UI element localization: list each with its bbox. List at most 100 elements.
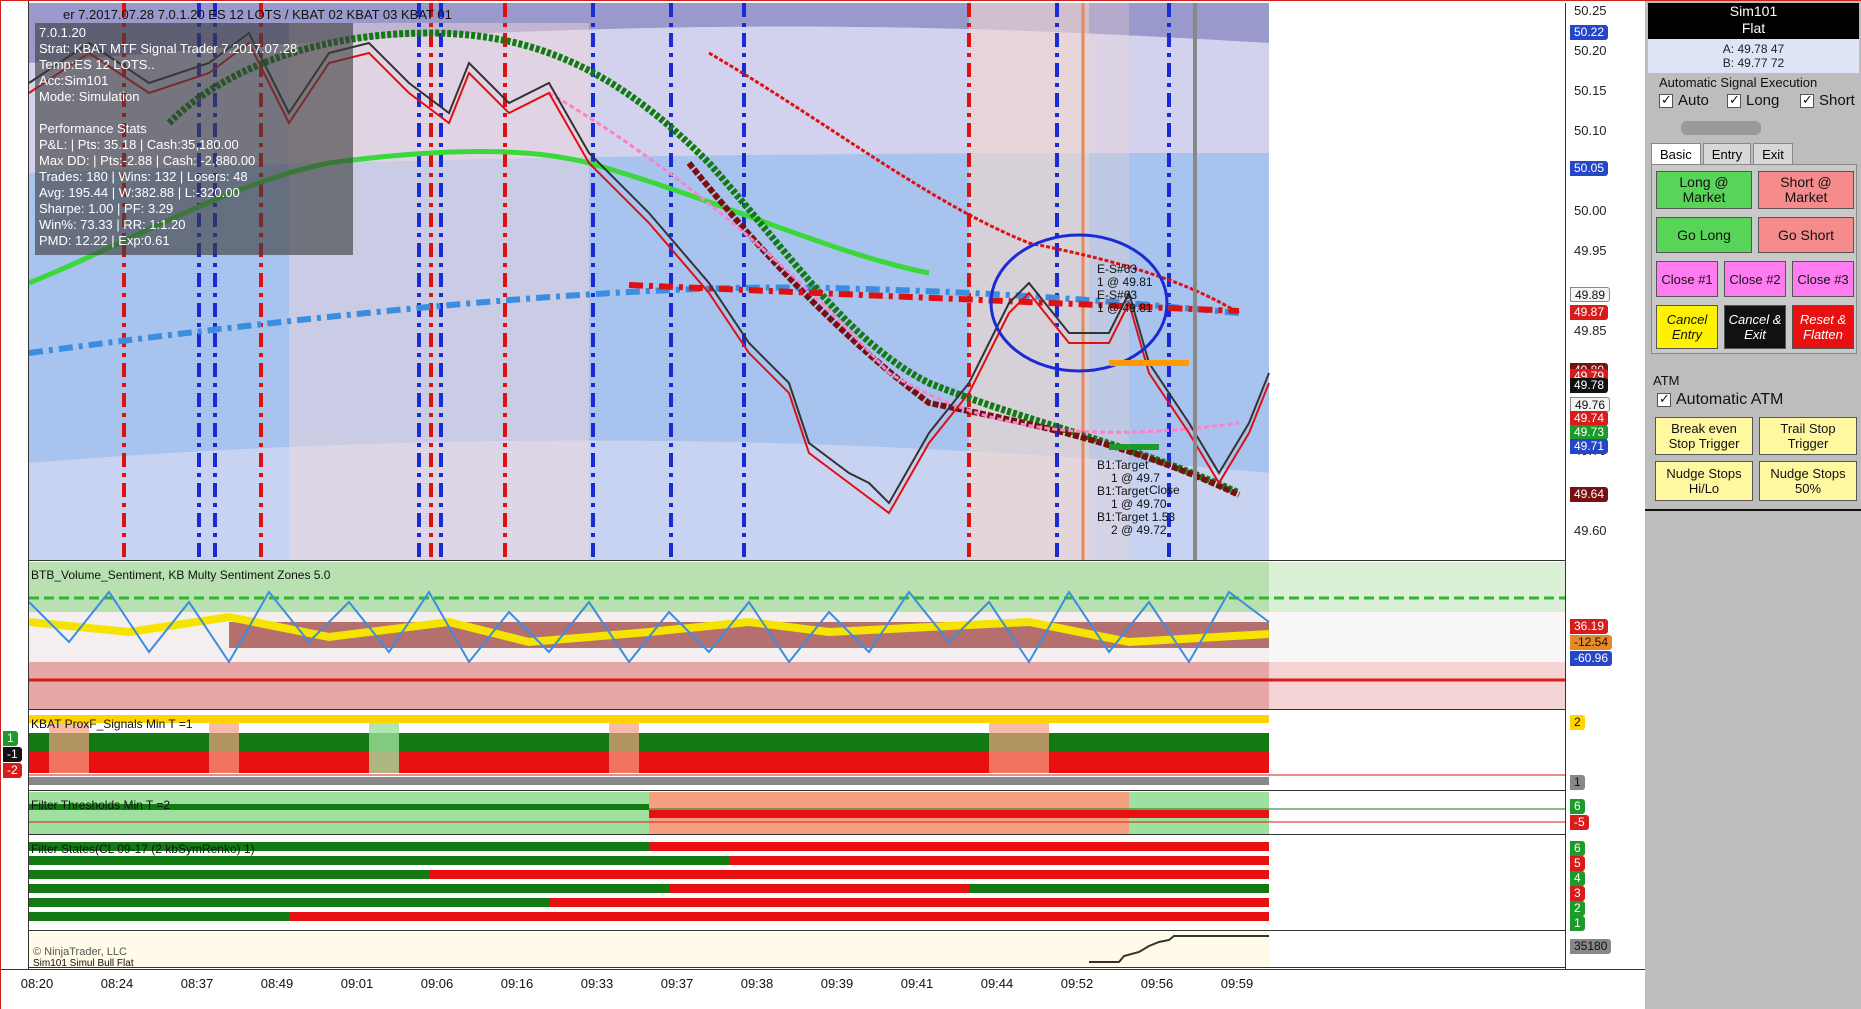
- annotation-close: Close: [1149, 483, 1180, 497]
- auto-checkbox[interactable]: [1659, 92, 1673, 108]
- cancel-exit-button[interactable]: Cancel & Exit: [1724, 305, 1786, 349]
- annotation-es2-detail: 1 @ 49.81: [1097, 301, 1153, 315]
- tag-49-87: 49.87: [1570, 305, 1609, 320]
- prox-mint-1: [369, 723, 399, 773]
- info-line: 7.0.1.20: [39, 25, 86, 40]
- tab-exit[interactable]: Exit: [1753, 143, 1793, 166]
- tick-7: 49.85: [1574, 323, 1607, 338]
- long-checkbox-row[interactable]: Long: [1727, 92, 1779, 109]
- tick-5: 50.00: [1574, 203, 1607, 218]
- go-short-button[interactable]: Go Short: [1758, 217, 1854, 253]
- close-1-button[interactable]: Close #1: [1656, 261, 1718, 297]
- tick-1: 50.25: [1574, 3, 1607, 18]
- tag-49-74: 49.74: [1570, 411, 1609, 426]
- info-line: Sharpe: 1.00 | PF: 3.29: [39, 201, 174, 216]
- annotation-targets: B1:Target 1 @ 49.7 B1:Target 1 @ 49.70 B…: [1097, 459, 1175, 537]
- time-0937: 09:37: [660, 976, 694, 991]
- state-row-1b: [289, 912, 1269, 921]
- state-tag-4: 4: [1570, 871, 1585, 886]
- pnl-copyright: © NinjaTrader, LLC: [33, 946, 127, 958]
- tick-9: 49.60: [1574, 523, 1607, 538]
- tag-49-78: 49.78: [1570, 378, 1609, 393]
- tag-49-64: 49.64: [1570, 487, 1609, 502]
- vol-right-margin: [1269, 562, 1565, 709]
- time-0959: 09:59: [1220, 976, 1254, 991]
- auto-atm-label: Automatic ATM: [1676, 391, 1784, 408]
- time-0837: 08:37: [180, 976, 214, 991]
- tab-entry[interactable]: Entry: [1702, 143, 1752, 166]
- long-label: Long: [1746, 92, 1780, 109]
- pnl-pane[interactable]: © NinjaTrader, LLC Sim101 Simul Bull Fla…: [29, 932, 1565, 968]
- thr-tag-2: -5: [1570, 815, 1589, 830]
- prox-yellow-row: [29, 715, 1269, 723]
- reset-flatten-button[interactable]: Reset & Flatten: [1792, 305, 1854, 349]
- time-0952: 09:52: [1060, 976, 1094, 991]
- info-line: Performance Stats: [39, 121, 147, 136]
- pnl-footer: Sim101 Simul Bull Flat: [33, 958, 134, 968]
- short-checkbox[interactable]: [1800, 92, 1814, 108]
- auto-atm-row[interactable]: Automatic ATM: [1657, 391, 1783, 409]
- prox-gray-row: [29, 777, 1269, 785]
- state-row-4b: [429, 870, 1269, 879]
- bid-quote: B: 49.77 72: [1722, 56, 1785, 70]
- info-line: Strat: KBAT MTF Signal Trader 7.2017.07.…: [39, 41, 298, 56]
- time-0820: 08:20: [20, 976, 54, 991]
- trading-app: er 7.2017.07.28 7.0.1.20 ES 12 LOTS / KB…: [0, 0, 1861, 1009]
- short-checkbox-row[interactable]: Short: [1800, 92, 1855, 109]
- close-2-button[interactable]: Close #2: [1724, 261, 1786, 297]
- info-line: P&L: | Pts: 35.18 | Cash:35,180.00: [39, 137, 239, 152]
- info-line: PMD: 12.22 | Exp:0.61: [39, 233, 170, 248]
- annotation-t3-detail: 2 @ 49.72: [1111, 523, 1167, 537]
- atm-label: ATM: [1653, 373, 1680, 388]
- account-header: Sim101 Flat: [1648, 3, 1859, 39]
- info-line: Mode: Simulation: [39, 89, 140, 104]
- time-0906: 09:06: [420, 976, 454, 991]
- info-line: Trades: 180 | Wins: 132 | Losers: 48: [39, 169, 248, 184]
- time-0901: 09:01: [340, 976, 374, 991]
- short-at-market-button[interactable]: Short @ Market: [1758, 171, 1854, 209]
- short-label: Short: [1819, 92, 1855, 109]
- nudge-hilo-button[interactable]: Nudge Stops Hi/Lo: [1655, 461, 1753, 501]
- volume-sentiment-svg: [29, 562, 1565, 709]
- go-long-button[interactable]: Go Long: [1656, 217, 1752, 253]
- nudge-50-button[interactable]: Nudge Stops 50%: [1759, 461, 1857, 501]
- trail-stop-button[interactable]: Trail Stop Trigger: [1759, 417, 1857, 455]
- state-row-4a: [29, 870, 429, 879]
- auto-checkbox-row[interactable]: Auto: [1659, 92, 1709, 109]
- prox-signals-svg: [29, 715, 1565, 785]
- threshold-svg: [29, 792, 1565, 834]
- filter-states-pane[interactable]: Filter States(CL 09-17 (2 kbSymRenko) 1): [29, 836, 1565, 931]
- pnl-equity-line: [1089, 935, 1269, 963]
- long-at-market-button[interactable]: Long @ Market: [1656, 171, 1752, 209]
- tab-basic[interactable]: Basic: [1651, 143, 1701, 166]
- account-name: Sim101: [1729, 3, 1778, 19]
- pnl-svg: [1089, 932, 1565, 967]
- ask-quote: A: 49.78 47: [1722, 42, 1785, 56]
- thr-red-bar: [649, 810, 1269, 818]
- quote-box: A: 49.78 47 B: 49.77 72: [1648, 39, 1859, 73]
- pnl-tag: 35180: [1570, 939, 1612, 954]
- time-0933: 09:33: [580, 976, 614, 991]
- break-even-button[interactable]: Break even Stop Trigger: [1655, 417, 1753, 455]
- time-0849: 08:49: [260, 976, 294, 991]
- state-row-5b: [729, 856, 1269, 865]
- info-line: Temp:ES 12 LOTS..: [39, 57, 155, 72]
- time-0824: 08:24: [100, 976, 134, 991]
- filter-threshold-pane[interactable]: Filter Thresholds Min T =2: [29, 792, 1565, 835]
- auto-atm-checkbox[interactable]: [1657, 391, 1671, 407]
- volume-sentiment-pane[interactable]: BTB_Volume_Sentiment, KB Multy Sentiment…: [29, 562, 1565, 710]
- vol-tag-3: -60.96: [1570, 651, 1613, 666]
- time-axis: 08:20 08:24 08:37 08:49 09:01 09:06 09:1…: [1, 969, 1645, 1009]
- close-3-button[interactable]: Close #3: [1792, 261, 1854, 297]
- panel-divider: [1645, 509, 1861, 511]
- long-checkbox[interactable]: [1727, 92, 1741, 108]
- cancel-entry-button[interactable]: Cancel Entry: [1656, 305, 1718, 349]
- chart-title-strip: er 7.2017.07.28 7.0.1.20 ES 12 LOTS / KB…: [63, 7, 452, 22]
- tag-49-89: 49.89: [1570, 287, 1611, 302]
- tab-body-basic: Long @ Market Short @ Market Go Long Go …: [1651, 164, 1857, 354]
- cursor-line: [1193, 3, 1197, 560]
- prox-signals-pane[interactable]: KBAT ProxF_Signals Min T =1: [29, 711, 1565, 791]
- strategy-control-panel: Sim101 Flat A: 49.78 47 B: 49.77 72 Auto…: [1645, 1, 1861, 1009]
- info-line: [39, 105, 349, 121]
- vol-tag-2: -12.54: [1570, 635, 1613, 650]
